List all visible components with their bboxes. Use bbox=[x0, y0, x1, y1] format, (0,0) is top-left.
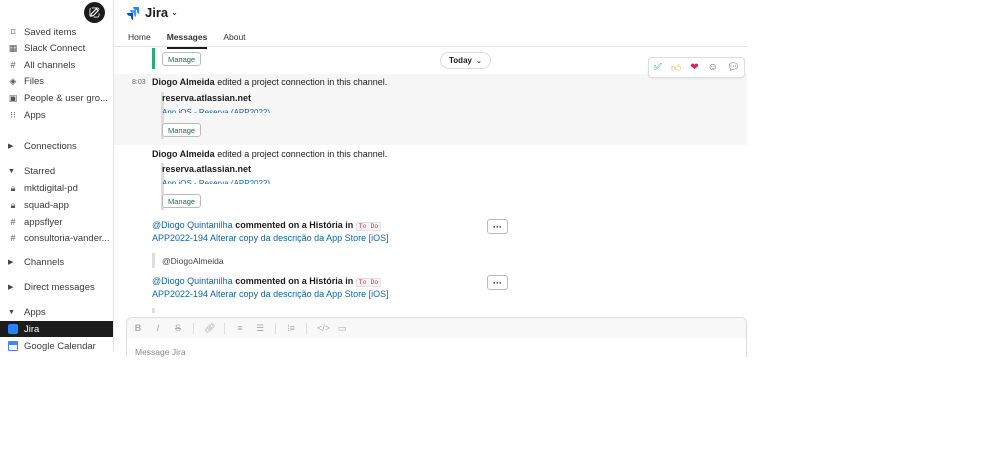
lock-icon: 🔒︎ bbox=[10, 199, 16, 210]
sidebar-item-people[interactable]: ▣ People & user gro... bbox=[0, 90, 113, 106]
ordered-list-icon[interactable]: ≡ bbox=[235, 323, 245, 333]
sidebar-section-direct-messages[interactable]: ▶ Direct messages bbox=[0, 279, 113, 295]
link-icon[interactable]: 🔗︎ bbox=[204, 323, 215, 334]
sidebar-app-google-calendar[interactable]: Google Calendar bbox=[0, 338, 113, 352]
message-text: Diogo Almeida edited a project connectio… bbox=[152, 149, 388, 159]
issue-link[interactable]: APP2022-194 Alterar copy da descrição da… bbox=[152, 233, 389, 243]
apps-grid-icon: ⁝⁝ bbox=[10, 109, 16, 120]
caret-right-icon: ▶ bbox=[8, 143, 14, 150]
user-mention[interactable]: @Diogo Quintanilha bbox=[152, 220, 233, 230]
caret-down-icon: ▼ bbox=[8, 308, 15, 316]
sidebar-section-connections[interactable]: ▶ Connections bbox=[0, 138, 113, 154]
chevron-down-icon: ⌄ bbox=[171, 8, 178, 17]
building-icon: ▦ bbox=[8, 42, 18, 53]
quote-bar bbox=[152, 308, 155, 313]
bookmark-icon: ⌑ bbox=[10, 26, 16, 37]
sidebar-section-channels[interactable]: ▶ Channels bbox=[0, 254, 113, 270]
sidebar-item-files[interactable]: ◈ Files bbox=[0, 73, 113, 89]
tab-home[interactable]: Home bbox=[128, 32, 151, 49]
message-actions-bar: ✅︎ 👍︎ ❤ ☺ 💬︎ bbox=[648, 57, 745, 78]
heart-emoji-icon[interactable]: ❤ bbox=[690, 62, 698, 73]
hash-icon: # bbox=[10, 60, 16, 70]
tab-messages[interactable]: Messages bbox=[166, 32, 208, 49]
message-composer[interactable]: B I S 🔗︎ ≡ ☰ ⁞≡ </> ▭ Message Jira bbox=[126, 317, 747, 357]
add-reaction-icon[interactable]: ☺ bbox=[708, 62, 718, 73]
date-divider-today[interactable]: Today ⌄ bbox=[440, 52, 491, 69]
sidebar-item-saved[interactable]: ⌑ Saved items bbox=[0, 24, 113, 40]
tab-bar: Home Messages About bbox=[128, 32, 246, 49]
app-title[interactable]: Jira ⌄ bbox=[126, 5, 178, 20]
message-text: Diogo Almeida edited a project connectio… bbox=[152, 77, 388, 87]
jira-icon bbox=[8, 324, 18, 334]
toolbar-divider bbox=[306, 322, 307, 334]
check-emoji-icon[interactable]: ✅︎ bbox=[653, 62, 661, 73]
manage-button[interactable]: Manage bbox=[162, 194, 202, 208]
reply-in-thread-icon[interactable]: 💬︎ bbox=[727, 62, 740, 73]
blockquote-icon[interactable]: ⁞≡ bbox=[286, 323, 296, 333]
thumbs-up-emoji-icon[interactable]: 👍︎ bbox=[671, 62, 681, 74]
sidebar-item-slack-connect[interactable]: ▦ Slack Connect bbox=[0, 40, 113, 56]
sidebar-channel-squad-app[interactable]: 🔒︎ squad-app bbox=[0, 197, 113, 213]
connection-project-link[interactable]: App iOS - Reserva (APP2022) bbox=[162, 178, 270, 184]
sidebar-item-apps[interactable]: ⁝⁝ Apps bbox=[0, 107, 113, 123]
sidebar-section-apps[interactable]: ▼ Apps bbox=[0, 304, 113, 320]
issue-link[interactable]: APP2022-194 Alterar copy da descrição da… bbox=[152, 289, 389, 299]
caret-right-icon: ▶ bbox=[8, 284, 14, 291]
files-icon: ◈ bbox=[9, 75, 17, 86]
code-block-icon[interactable]: ▭ bbox=[337, 323, 347, 334]
comment-quote: @DiogoAlmeida bbox=[162, 256, 224, 266]
message-author[interactable]: Diogo Almeida bbox=[152, 77, 215, 87]
people-icon: ▣ bbox=[8, 92, 18, 103]
connection-domain: reserva.atlassian.net bbox=[162, 164, 252, 174]
message-timestamp[interactable]: 8:03 bbox=[132, 79, 146, 86]
manage-button[interactable]: Manage bbox=[162, 123, 202, 137]
sidebar-channel-appsflyer[interactable]: # appsflyer bbox=[0, 214, 113, 230]
strikethrough-icon[interactable]: S bbox=[173, 323, 183, 333]
user-mention[interactable]: @Diogo Quintanilha bbox=[152, 276, 233, 286]
italic-icon[interactable]: I bbox=[153, 323, 163, 333]
message-text: @Diogo Quintanilha commented on a Histór… bbox=[152, 276, 382, 287]
message-text: @Diogo Quintanilha commented on a Histór… bbox=[152, 220, 382, 231]
caret-right-icon: ▶ bbox=[8, 259, 14, 266]
sidebar-channel-consultoria[interactable]: # consultoria-vander... bbox=[0, 230, 113, 246]
bold-icon[interactable]: B bbox=[133, 323, 143, 333]
tab-about[interactable]: About bbox=[223, 32, 245, 49]
lock-icon: 🔒︎ bbox=[10, 182, 16, 193]
status-badge: To Do bbox=[355, 222, 382, 231]
sidebar-section-starred[interactable]: ▼ Starred bbox=[0, 163, 113, 179]
sidebar-channel-mktdigital[interactable]: 🔒︎ mktdigital-pd bbox=[0, 180, 113, 196]
hash-icon: # bbox=[10, 233, 16, 243]
bulleted-list-icon[interactable]: ☰ bbox=[255, 323, 265, 334]
google-calendar-icon bbox=[8, 341, 18, 351]
attachment-bar bbox=[152, 48, 155, 69]
jira-logo-icon bbox=[127, 6, 139, 20]
message-input[interactable]: Message Jira bbox=[135, 347, 186, 357]
toolbar-divider bbox=[224, 322, 225, 334]
sidebar-item-all-channels[interactable]: # All channels bbox=[0, 57, 113, 73]
quote-bar bbox=[152, 253, 155, 268]
toolbar-divider bbox=[193, 322, 194, 334]
compose-button[interactable] bbox=[84, 2, 105, 23]
hash-icon: # bbox=[10, 217, 16, 227]
code-icon[interactable]: </> bbox=[317, 323, 330, 333]
sidebar: ⌑ Saved items ▦ Slack Connect # All channel… bbox=[0, 0, 114, 352]
formatting-toolbar: B I S 🔗︎ ≡ ☰ ⁞≡ </> ▭ bbox=[127, 318, 746, 338]
sidebar-app-jira[interactable]: Jira bbox=[0, 321, 113, 337]
connection-project-link[interactable]: App iOS - Reserva (APP2022) bbox=[162, 107, 270, 113]
compose-icon bbox=[89, 7, 100, 18]
caret-down-icon: ▼ bbox=[8, 167, 15, 175]
message-author[interactable]: Diogo Almeida bbox=[152, 149, 215, 159]
chevron-down-icon: ⌄ bbox=[475, 57, 482, 65]
more-actions-button[interactable]: ··· bbox=[487, 275, 508, 290]
manage-button[interactable]: Manage bbox=[162, 52, 202, 66]
channel-header: Jira ⌄ Home Messages About bbox=[114, 0, 747, 49]
more-actions-button[interactable]: ··· bbox=[487, 219, 508, 234]
message-list[interactable]: Manage Today ⌄ ✅︎ 👍︎ ❤ ☺ 💬︎ 8:03 Diogo A… bbox=[114, 48, 747, 313]
connection-domain: reserva.atlassian.net bbox=[162, 93, 252, 103]
toolbar-divider bbox=[275, 322, 276, 334]
status-badge: To Do bbox=[355, 278, 382, 287]
